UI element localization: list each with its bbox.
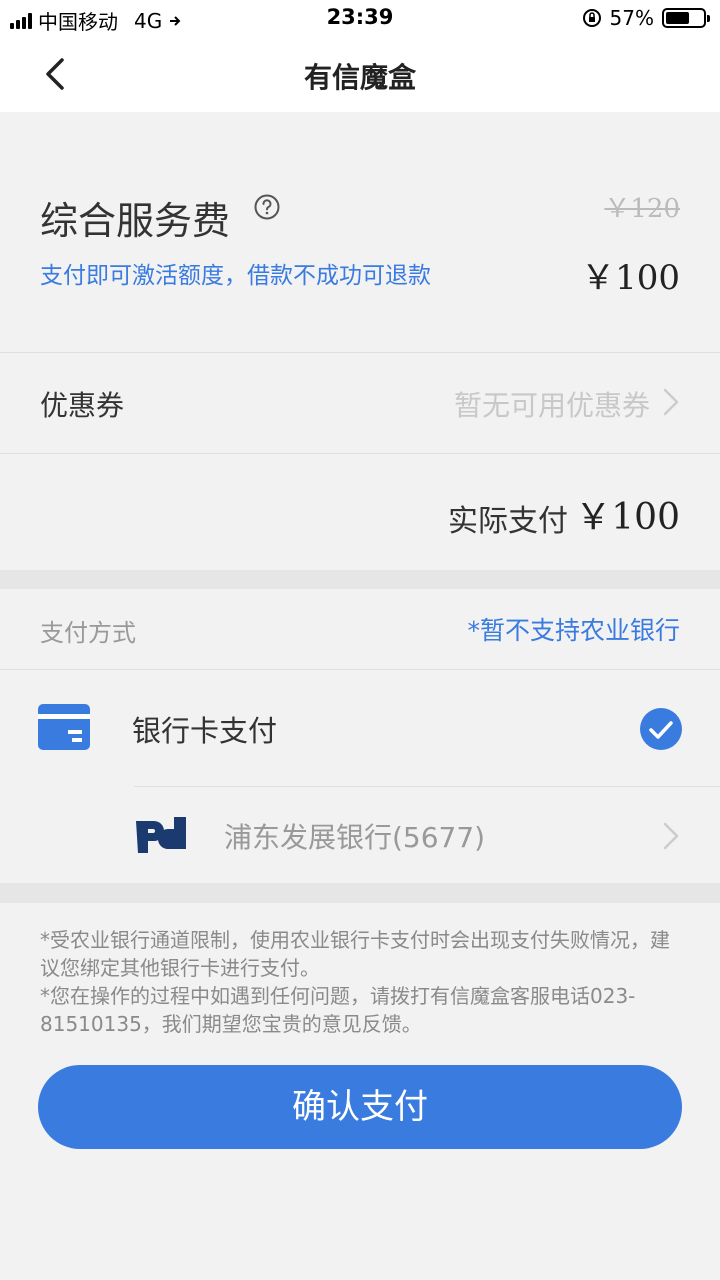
fee-price: ￥100 <box>581 258 680 298</box>
section-gap <box>0 883 720 903</box>
bank-card-payment-label: 银行卡支付 <box>132 714 278 748</box>
chevron-right-icon <box>663 388 679 416</box>
spdb-logo-icon <box>136 817 186 853</box>
battery-icon <box>662 8 710 28</box>
bank-select-row[interactable]: 浦东发展银行(5677) <box>134 787 720 883</box>
note-line: *您在操作的过程中如遇到任何问题，请拨打有信魔盒客服电话023-81510135… <box>40 984 636 1036</box>
actual-pay-price: ￥100 <box>575 497 680 538</box>
coupon-row[interactable]: 优惠券 暂无可用优惠券 <box>0 353 720 453</box>
original-price: ￥120 <box>604 194 680 224</box>
check-circle-icon <box>640 708 682 750</box>
page-title: 有信魔盒 <box>303 61 416 94</box>
section-gap <box>0 570 720 589</box>
credit-card-icon <box>38 704 90 750</box>
actual-pay-row: 实际支付 ￥100 <box>0 454 720 570</box>
payment-section-label: 支付方式 <box>40 619 136 647</box>
note-line: *受农业银行通道限制，使用农业银行卡支付时会出现支付失败情况，建议您绑定其他银行… <box>40 928 670 980</box>
actual-pay-label: 实际支付 <box>448 504 568 539</box>
payment-header: 支付方式 *暂不支持农业银行 <box>0 589 720 669</box>
fee-note: 支付即可激活额度，借款不成功可退款 <box>40 263 431 289</box>
confirm-pay-button[interactable]: 确认支付 <box>38 1065 682 1149</box>
status-bar: 中国移动 4G 23:39 57% <box>0 0 720 36</box>
fee-title: 综合服务费 <box>40 199 231 243</box>
payment-notice: *暂不支持农业银行 <box>467 616 680 645</box>
nav-bar: 有信魔盒 <box>0 36 720 112</box>
chevron-right-icon <box>663 822 679 850</box>
bank-card-payment-option[interactable]: 银行卡支付 <box>0 670 720 786</box>
status-right: 57% <box>582 6 710 30</box>
notes: *受农业银行通道限制，使用农业银行卡支付时会出现支付失败情况，建议您绑定其他银行… <box>40 926 680 1038</box>
coupon-label: 优惠券 <box>40 389 125 422</box>
battery-percent: 57% <box>609 6 654 30</box>
coupon-value: 暂无可用优惠券 <box>453 389 650 422</box>
fee-section: 综合服务费 支付即可激活额度，借款不成功可退款 ￥120 ￥100 <box>0 112 720 352</box>
question-circle-icon[interactable] <box>254 194 280 220</box>
bank-name-label: 浦东发展银行(5677) <box>224 821 486 854</box>
rotation-lock-icon <box>582 9 601 27</box>
